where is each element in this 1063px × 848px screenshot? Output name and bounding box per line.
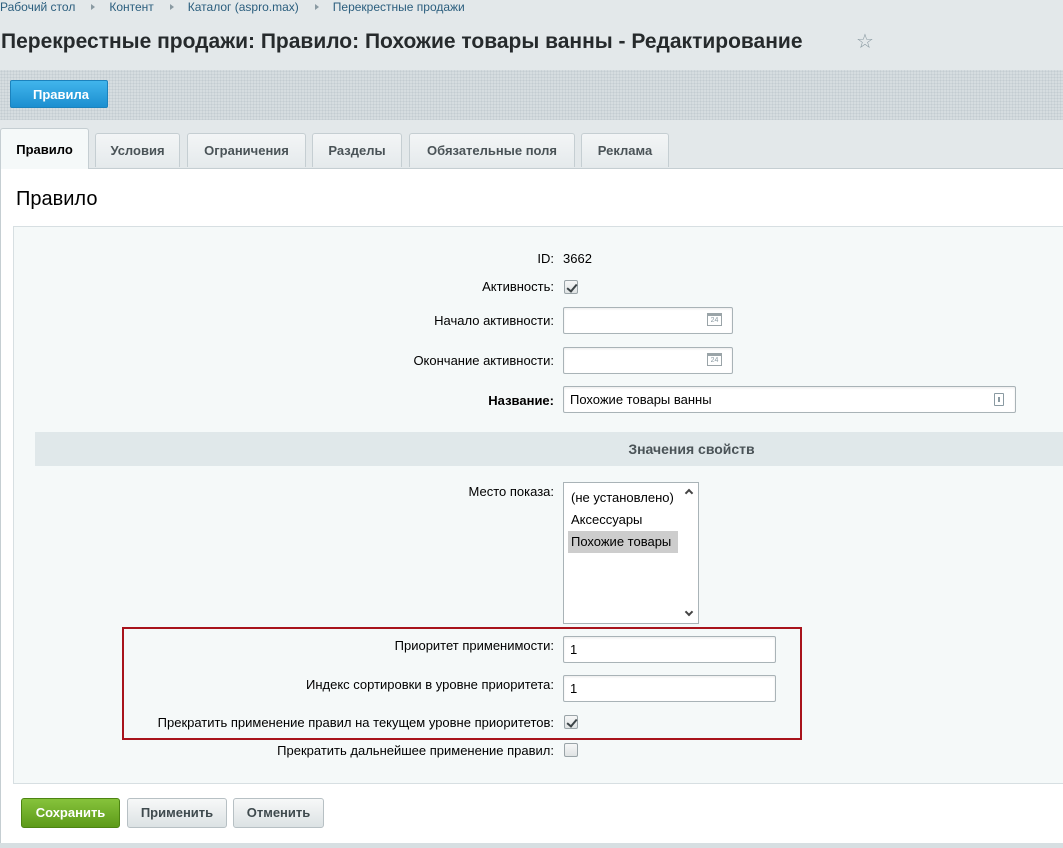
breadcrumb-catalog[interactable]: Каталог (aspro.max) xyxy=(188,0,299,14)
save-button[interactable]: Сохранить xyxy=(21,798,120,828)
section-header-properties: Значения свойств xyxy=(35,432,1063,466)
id-value: 3662 xyxy=(563,251,592,266)
tab-required-fields[interactable]: Обязательные поля xyxy=(409,133,575,167)
listbox-option-selected[interactable]: Похожие товары xyxy=(568,531,678,553)
scroll-up-icon[interactable] xyxy=(684,488,694,498)
tab-advertising[interactable]: Реклама xyxy=(581,133,669,167)
highlight-frame xyxy=(122,627,802,740)
id-label: ID: xyxy=(537,251,554,266)
bottom-strip xyxy=(0,843,1063,848)
tab-conditions[interactable]: Условия xyxy=(95,133,180,167)
calendar-icon[interactable]: 24 xyxy=(707,353,722,366)
end-date-label: Окончание активности: xyxy=(413,353,554,368)
place-label: Место показа: xyxy=(468,484,554,499)
tab-restrictions[interactable]: Ограничения xyxy=(187,133,306,167)
breadcrumb-separator-icon xyxy=(91,4,96,11)
calendar-icon[interactable]: 24 xyxy=(707,313,722,326)
back-to-rules-button[interactable]: Правила xyxy=(10,80,108,108)
active-checkbox[interactable] xyxy=(564,280,578,294)
listbox-option[interactable]: (не установлено) xyxy=(568,487,678,509)
scroll-down-icon[interactable] xyxy=(684,607,694,617)
tab-rule[interactable]: Правило xyxy=(0,128,89,169)
breadcrumb-desktop[interactable]: Рабочий стол xyxy=(0,0,75,14)
name-input[interactable]: Похожие товары ванны xyxy=(563,386,1016,413)
breadcrumb: Рабочий стол Контент Каталог (aspro.max) Пе… xyxy=(0,0,465,16)
stop-all-label: Прекратить дальнейшее применение правил: xyxy=(277,743,554,758)
place-listbox[interactable]: (не установлено) Аксессуары Похожие това… xyxy=(563,482,699,624)
active-label: Активность: xyxy=(482,279,554,294)
start-date-label: Начало активности: xyxy=(434,313,554,328)
page-title: Перекрестные продажи: Правило: Похожие т… xyxy=(1,30,803,53)
edit-panel: Правило ID: 3662 Активность: Начало акти… xyxy=(0,168,1063,844)
translate-icon[interactable] xyxy=(994,393,1004,406)
breadcrumb-content[interactable]: Контент xyxy=(109,0,153,14)
breadcrumb-separator-icon xyxy=(169,4,174,11)
panel-title: Правило xyxy=(16,188,98,210)
listbox-option[interactable]: Аксессуары xyxy=(568,509,678,531)
name-label: Название: xyxy=(488,393,554,408)
apply-button[interactable]: Применить xyxy=(127,798,227,828)
stop-all-checkbox[interactable] xyxy=(564,743,578,757)
breadcrumb-cross-sales[interactable]: Перекрестные продажи xyxy=(333,0,465,14)
breadcrumb-separator-icon xyxy=(314,4,319,11)
cancel-button[interactable]: Отменить xyxy=(233,798,324,828)
tab-sections[interactable]: Разделы xyxy=(312,133,402,167)
star-icon[interactable]: ☆ xyxy=(856,32,876,52)
toolbar xyxy=(0,70,1063,120)
